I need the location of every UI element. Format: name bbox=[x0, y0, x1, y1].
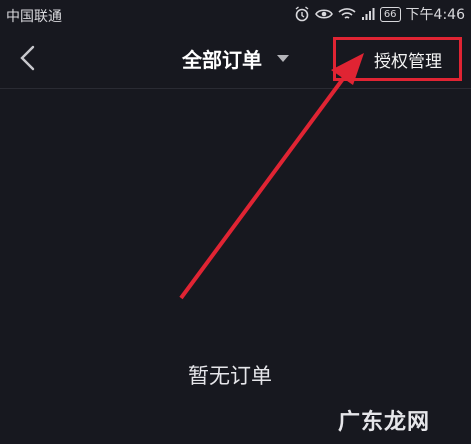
empty-state-text: 暂无订单 bbox=[188, 364, 272, 388]
watermark: 广东龙网 bbox=[338, 410, 431, 435]
